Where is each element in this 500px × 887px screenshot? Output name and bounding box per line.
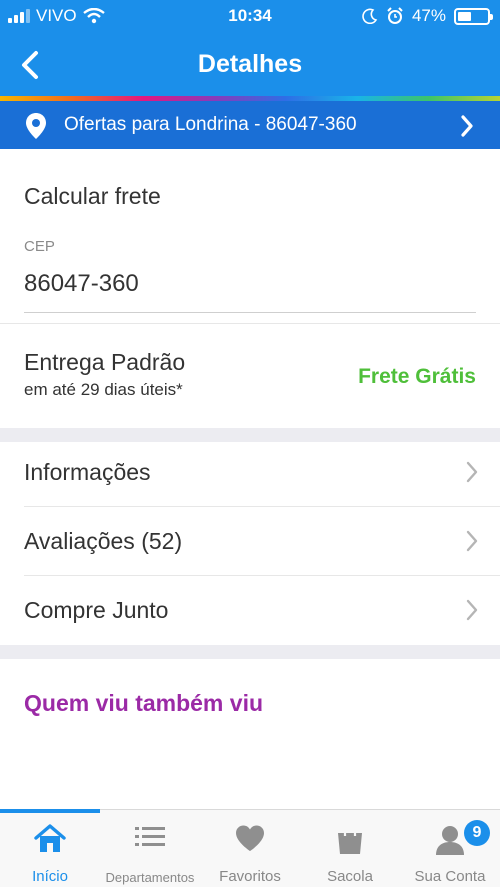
user-icon — [436, 826, 464, 855]
chevron-right-icon — [466, 599, 478, 621]
tab-label: Favoritos — [219, 868, 281, 885]
page-title: Detalhes — [197, 50, 303, 78]
tab-favoritos[interactable]: Favoritos — [200, 810, 300, 887]
menu-item-label: Compre Junto — [24, 597, 169, 623]
shipping-section-title: Calcular frete — [24, 183, 161, 209]
tab-label: Sua Conta — [414, 868, 486, 885]
row-divider — [24, 575, 500, 576]
menu-item-label: Avaliações (52) — [24, 528, 183, 554]
tab-departamentos[interactable]: Departamentos — [100, 810, 200, 887]
location-label: Ofertas para Londrina - 86047-360 — [64, 114, 357, 135]
navigation-header: Detalhes — [0, 34, 500, 96]
location-pin-icon — [26, 113, 46, 139]
cep-input[interactable]: 86047-360 — [24, 270, 139, 298]
row-divider — [24, 506, 500, 507]
menu-item-avaliacoes[interactable]: Avaliações (52) — [0, 508, 500, 576]
heart-icon — [236, 825, 264, 851]
chevron-right-icon — [461, 115, 473, 137]
shipping-option-name: Entrega Padrão — [24, 349, 186, 375]
tab-sacola[interactable]: Sacola — [300, 810, 400, 887]
menu-item-informacoes[interactable]: Informações — [0, 439, 500, 507]
tab-sua-conta[interactable]: 9 Sua Conta — [400, 810, 500, 887]
menu-item-compre-junto[interactable]: Compre Junto — [0, 577, 500, 645]
moon-icon — [362, 8, 378, 24]
home-icon — [34, 824, 66, 852]
battery-icon — [454, 7, 493, 25]
status-right: 47% — [362, 6, 493, 26]
cep-input-underline — [24, 312, 476, 313]
section-separator — [0, 645, 500, 659]
tab-inicio[interactable]: Início — [0, 810, 100, 887]
tab-label: Início — [32, 868, 68, 885]
also-viewed-title: Quem viu também viu — [24, 690, 264, 716]
battery-percent: 47% — [411, 6, 446, 25]
location-bar[interactable]: Ofertas para Londrina - 86047-360 — [0, 101, 500, 149]
bottom-tab-bar: Início Departamentos Favoritos Sacola 9 … — [0, 809, 500, 887]
chevron-right-icon — [466, 530, 478, 552]
divider — [0, 323, 500, 324]
tab-label: Sacola — [327, 868, 373, 885]
notification-badge: 9 — [464, 820, 490, 846]
shipping-option-time: em até 29 dias úteis* — [24, 380, 183, 399]
chevron-right-icon — [466, 461, 478, 483]
bag-icon — [338, 824, 362, 854]
shipping-option-price: Frete Grátis — [358, 365, 476, 388]
alarm-icon — [387, 7, 403, 24]
tab-label: Departamentos — [105, 870, 195, 885]
menu-item-label: Informações — [24, 459, 151, 485]
list-icon — [135, 827, 165, 846]
cep-label: CEP — [24, 238, 55, 255]
status-bar: VIVO 10:34 47% — [0, 0, 500, 34]
